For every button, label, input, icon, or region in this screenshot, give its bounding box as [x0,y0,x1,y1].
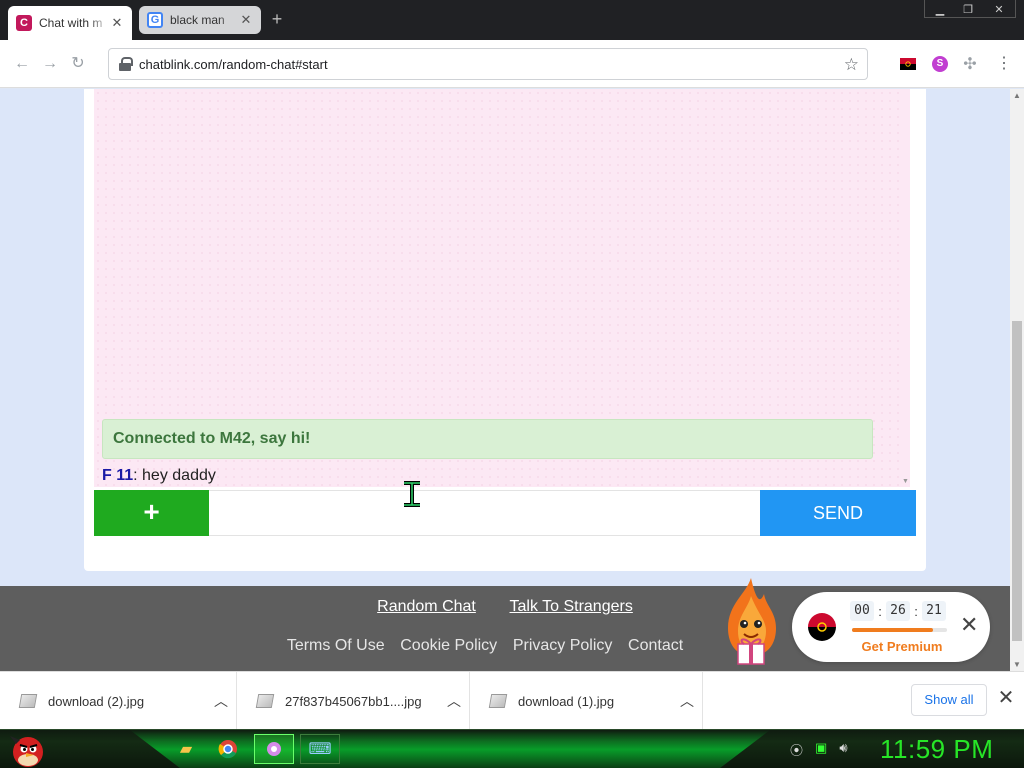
flower-icon [267,742,281,756]
system-tray: ⦿ ▣ 🔊︎ [790,740,848,759]
message-input[interactable] [209,490,760,536]
address-bar[interactable]: chatblink.com/random-chat#start ☆ [108,48,868,80]
extensions-puzzle-icon[interactable]: ✣ [960,54,980,74]
progress-fill [852,628,933,632]
privacy-policy-link[interactable]: Privacy Policy [513,637,613,654]
scroll-down-icon[interactable]: ▼ [1013,660,1021,669]
page-scrollbar[interactable]: ▲ ▼ [1010,89,1024,671]
talk-to-strangers-link[interactable]: Talk To Strangers [510,598,633,615]
premium-progress-bar [852,628,947,632]
lock-icon[interactable] [119,57,133,71]
download-filename: download (1).jpg [518,693,615,709]
keyboard-icon[interactable]: ⌨ [300,734,340,764]
send-button[interactable]: SEND [760,490,916,536]
download-item[interactable]: download (1).jpg ︿ [470,672,703,730]
tab-title: black man [170,13,225,27]
image-file-icon [488,694,508,708]
premium-promo-widget: 00 : 26 : 21 Get Premium ✕ [792,592,990,662]
bookmark-star-icon[interactable]: ☆ [844,55,859,75]
message-text: : hey daddy [133,467,216,484]
image-file-icon [255,694,275,708]
reload-icon[interactable]: ↻ [68,54,88,74]
cookie-policy-link[interactable]: Cookie Policy [400,637,497,654]
angola-flag-extension-icon[interactable] [900,58,916,70]
browser-tab-strip: C Chat with m ✕ G black man ✕ + ▁ ❐ ✕ [0,0,1024,40]
taskbar-clock[interactable]: 11:59 PM [880,734,993,765]
tray-volume-icon[interactable]: 🔊︎ [839,740,847,759]
s-extension-icon[interactable]: S [932,56,948,72]
get-premium-button[interactable]: Get Premium [852,639,952,654]
download-item[interactable]: 27f837b45067bb1....jpg ︿ [237,672,470,730]
url-text[interactable]: chatblink.com/random-chat#start [139,57,328,72]
tab-title: Chat with m [39,16,103,30]
timer-minutes: 26 [886,601,910,621]
chrome-icon[interactable] [210,734,246,764]
flame-mascot-icon [728,578,776,665]
chat-input-row: + SEND [94,490,916,536]
new-tab-button[interactable]: + [268,10,286,28]
message-sender: F 11 [102,467,134,484]
back-arrow-icon[interactable]: ← [12,54,32,74]
close-promo-icon[interactable]: ✕ [960,614,978,636]
premium-countdown: 00 : 26 : 21 [850,601,946,621]
close-tab-icon[interactable]: ✕ [239,12,253,28]
restore-icon[interactable]: ❐ [954,0,982,18]
chat-message: F 11: hey daddy [102,467,216,485]
add-attachment-button[interactable]: + [94,490,209,536]
tray-network-icon[interactable]: ⦿ [790,740,803,759]
download-filename: 27f837b45067bb1....jpg [285,693,422,709]
timer-separator: : [914,603,918,619]
tab-chat[interactable]: C Chat with m ✕ [8,6,132,40]
download-filename: download (2).jpg [48,693,145,709]
download-shelf: download (2).jpg ︿ 27f837b45067bb1....jp… [0,671,1024,730]
google-favicon-icon: G [147,12,163,28]
scroll-up-icon[interactable]: ▲ [1013,91,1021,100]
page-viewport: ▼ Connected to M42, say hi! F 11: hey da… [0,89,1010,671]
chevron-up-icon[interactable]: ︿ [439,691,469,711]
close-tab-icon[interactable]: ✕ [110,15,124,31]
browser-menu-icon[interactable]: ⋮ [996,54,1012,74]
timer-hours: 00 [850,601,874,621]
terms-link[interactable]: Terms Of Use [287,637,385,654]
tab-google-search[interactable]: G black man ✕ [139,6,261,34]
active-app-icon[interactable] [254,734,294,764]
start-button-bird-icon[interactable] [4,730,48,768]
minimize-icon[interactable]: ▁ [926,0,954,18]
connection-status-message: Connected to M42, say hi! [102,419,873,459]
image-file-icon [18,694,38,708]
window-close-icon[interactable]: ✕ [984,0,1014,18]
close-shelf-icon[interactable]: ✕ [996,688,1016,708]
chat-log-scrollbar[interactable]: ▼ [902,89,910,487]
show-all-downloads-button[interactable]: Show all [911,684,987,716]
forward-arrow-icon[interactable]: → [40,54,60,74]
tray-battery-icon[interactable]: ▣ [815,740,827,759]
timer-separator: : [878,603,882,619]
browser-toolbar: ← → ↻ chatblink.com/random-chat#start ☆ [0,40,1024,88]
os-taskbar: ▰ ⌨ ⦿ ▣ 🔊︎ 11:59 PM [0,729,1024,768]
angola-flag-icon [808,613,836,641]
chevron-up-icon[interactable]: ︿ [672,691,702,711]
file-explorer-icon[interactable]: ▰ [168,734,204,764]
contact-link[interactable]: Contact [628,637,683,654]
chatblink-favicon-icon: C [16,15,32,31]
text-cursor-icon [404,481,420,507]
chevron-up-icon[interactable]: ︿ [206,691,236,711]
timer-seconds: 21 [922,601,946,621]
scrollbar-thumb[interactable] [1012,321,1022,641]
chat-card: ▼ Connected to M42, say hi! F 11: hey da… [84,89,926,571]
random-chat-link[interactable]: Random Chat [377,598,476,615]
download-item[interactable]: download (2).jpg ︿ [0,672,237,730]
